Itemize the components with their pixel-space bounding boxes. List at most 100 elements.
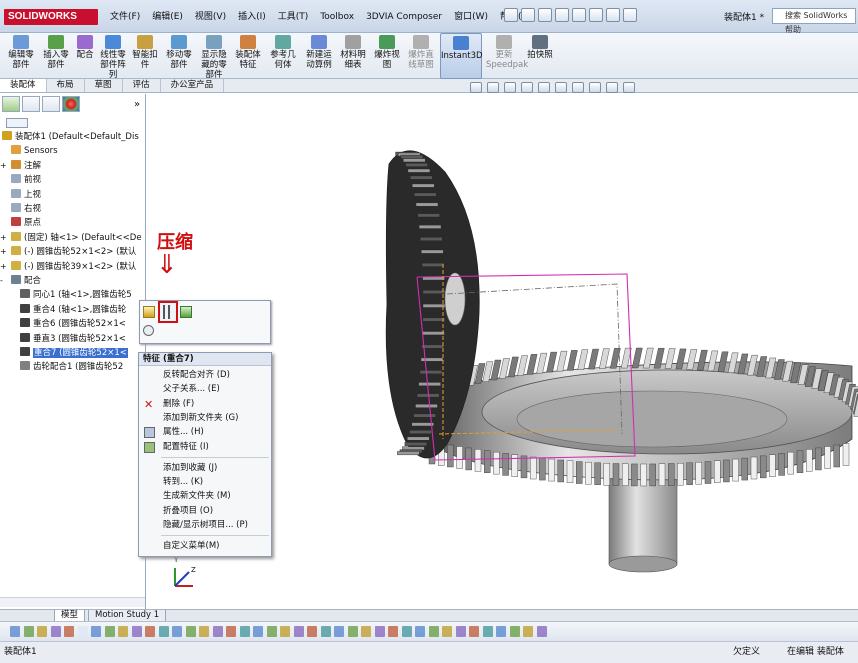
tree-item[interactable]: 上视: [0, 188, 146, 202]
select-icon[interactable]: [589, 8, 603, 22]
mate-toolbar-icon[interactable]: [118, 626, 128, 637]
options-icon[interactable]: [623, 8, 637, 22]
tree-item[interactable]: 垂直3 (圆锥齿轮52×1<: [0, 332, 146, 346]
mate-toolbar-icon[interactable]: [158, 626, 169, 637]
mate-toolbar-icon[interactable]: [509, 626, 520, 637]
mate-toolbar-icon[interactable]: [239, 626, 250, 637]
tree-item[interactable]: 同心1 (轴<1>,圆锥齿轮5: [0, 288, 146, 302]
tree-item[interactable]: - 配合: [0, 274, 146, 288]
mate-toolbar-icon[interactable]: [455, 626, 466, 637]
ribbon-button-exploded-view[interactable]: 爆炸视 图: [372, 33, 402, 79]
open-icon[interactable]: [521, 8, 535, 22]
mate-toolbar-icon[interactable]: [266, 626, 277, 637]
context-menu-item[interactable]: 删除 (F): [163, 398, 194, 411]
zoom-area-icon[interactable]: [487, 82, 499, 93]
ribbon-button-show-hidden[interactable]: 显示隐 藏的零 部件: [198, 33, 230, 80]
mate-toolbar-icon[interactable]: [185, 626, 196, 637]
save-icon[interactable]: [538, 8, 552, 22]
mate-toolbar-icon[interactable]: [104, 626, 115, 637]
tree-item[interactable]: 右视: [0, 202, 146, 216]
tree-expander[interactable]: +: [0, 245, 11, 259]
tab-3[interactable]: 评估: [123, 79, 161, 92]
panel-expand-icon[interactable]: »: [134, 99, 140, 110]
tree-item[interactable]: 重合7 (圆锥齿轮52×1<: [0, 346, 146, 360]
tree-item[interactable]: 原点: [0, 216, 146, 230]
mate-toolbar-icon[interactable]: [64, 626, 74, 637]
mate-toolbar-icon[interactable]: [320, 626, 331, 637]
context-menu-item[interactable]: 配置特征 (I): [163, 441, 209, 454]
view-settings-icon[interactable]: [623, 82, 635, 93]
mate-toolbar-icon[interactable]: [212, 626, 223, 637]
context-menu-item[interactable]: 隐藏/显示树项目... (P): [163, 519, 248, 532]
mate-toolbar-icon[interactable]: [361, 626, 371, 637]
mate-toolbar-icon[interactable]: [482, 626, 493, 637]
print-icon[interactable]: [555, 8, 569, 22]
previous-view-icon[interactable]: [504, 82, 516, 93]
mate-toolbar-icon[interactable]: [280, 626, 290, 637]
context-menu-item[interactable]: 属性... (H): [163, 426, 204, 439]
mate-toolbar-icon[interactable]: [307, 626, 317, 637]
rebuild-icon[interactable]: [606, 8, 620, 22]
mate-toolbar-icon[interactable]: [172, 626, 182, 637]
mate-toolbar-icon[interactable]: [37, 626, 47, 637]
search-input[interactable]: 搜索 SolidWorks 帮助: [772, 8, 856, 34]
display-manager-tab-icon[interactable]: [62, 96, 80, 112]
menu-item-3[interactable]: 插入(I): [232, 10, 272, 24]
mate-toolbar-icon[interactable]: [536, 626, 547, 637]
tree-expander[interactable]: +: [0, 260, 11, 274]
ribbon-button-explode-line[interactable]: 爆炸直 线草图: [404, 33, 438, 79]
ribbon-button-move-component[interactable]: 移动零 部件: [162, 33, 196, 79]
panel-scrollbar[interactable]: [0, 597, 145, 607]
edit-feature-icon[interactable]: [143, 306, 155, 318]
configuration-manager-tab-icon[interactable]: [42, 96, 60, 112]
ribbon-button-smart-fastener[interactable]: 智能扣 件: [130, 33, 160, 79]
hide-show-items-icon[interactable]: [572, 82, 584, 93]
mate-toolbar-icon[interactable]: [334, 626, 344, 637]
mate-toolbar-icon[interactable]: [347, 626, 358, 637]
apply-scene-icon[interactable]: [606, 82, 618, 93]
mate-toolbar-icon[interactable]: [374, 626, 385, 637]
context-menu-item[interactable]: 转到... (K): [163, 476, 203, 489]
tab-4[interactable]: 办公室产品: [161, 79, 225, 92]
tab-0[interactable]: 装配体: [0, 79, 47, 92]
tab-1[interactable]: 布局: [47, 79, 85, 92]
tree-item[interactable]: 重合6 (圆锥齿轮52×1<: [0, 317, 146, 331]
ribbon-button-speedpak[interactable]: 更新 Speedpak: [486, 33, 528, 79]
mate-toolbar-icon[interactable]: [523, 626, 533, 637]
mate-toolbar-icon[interactable]: [91, 626, 101, 637]
context-menu-item[interactable]: 生成新文件夹 (M): [163, 490, 231, 503]
context-menu-item[interactable]: 添加到新文件夹 (G): [163, 412, 238, 425]
ribbon-button-assembly-feature[interactable]: 装配体 特征: [232, 33, 264, 79]
edit-appearance-icon[interactable]: [589, 82, 601, 93]
mate-toolbar-icon[interactable]: [428, 626, 439, 637]
filter-icon[interactable]: [6, 118, 28, 128]
mate-toolbar-icon[interactable]: [226, 626, 236, 637]
mate-toolbar-icon[interactable]: [131, 626, 142, 637]
view-orientation-icon[interactable]: [538, 82, 550, 93]
new-icon[interactable]: [504, 8, 518, 22]
mate-toolbar-icon[interactable]: [469, 626, 479, 637]
ribbon-button-linear-pattern[interactable]: 线性零 部件阵 列: [98, 33, 128, 80]
menu-item-4[interactable]: 工具(T): [272, 10, 315, 24]
suppress-button[interactable]: [158, 301, 178, 323]
menu-item-6[interactable]: 3DVIA Composer: [360, 10, 448, 24]
context-menu-item[interactable]: 自定义菜单(M): [163, 540, 219, 553]
mate-toolbar-icon[interactable]: [442, 626, 452, 637]
menu-item-0[interactable]: 文件(F): [104, 10, 146, 24]
tree-item[interactable]: + (-) 圆锥齿轮52×1<2> (默认: [0, 245, 146, 259]
property-manager-tab-icon[interactable]: [22, 96, 40, 112]
ribbon-button-new-motion-study[interactable]: 新建运 动算例: [302, 33, 336, 79]
ribbon-button-edit-component[interactable]: 编辑零 部件: [4, 33, 38, 79]
context-menu-item[interactable]: 反转配合对齐 (D): [163, 369, 230, 382]
tree-item[interactable]: + (固定) 轴<1> (Default<<De: [0, 231, 146, 245]
tab-2[interactable]: 草图: [85, 79, 123, 92]
mate-toolbar-icon[interactable]: [50, 626, 61, 637]
tree-item[interactable]: + (-) 圆锥齿轮39×1<2> (默认: [0, 260, 146, 274]
menu-item-5[interactable]: Toolbox: [314, 10, 360, 24]
ribbon-button-mate[interactable]: 配合: [74, 33, 96, 79]
display-style-icon[interactable]: [555, 82, 567, 93]
menu-item-7[interactable]: 窗口(W): [448, 10, 494, 24]
zoom-to-fit-icon[interactable]: [470, 82, 482, 93]
context-menu-item[interactable]: 添加到收藏 (J): [163, 462, 217, 475]
ribbon-button-snapshot[interactable]: 拍快照: [526, 33, 554, 79]
